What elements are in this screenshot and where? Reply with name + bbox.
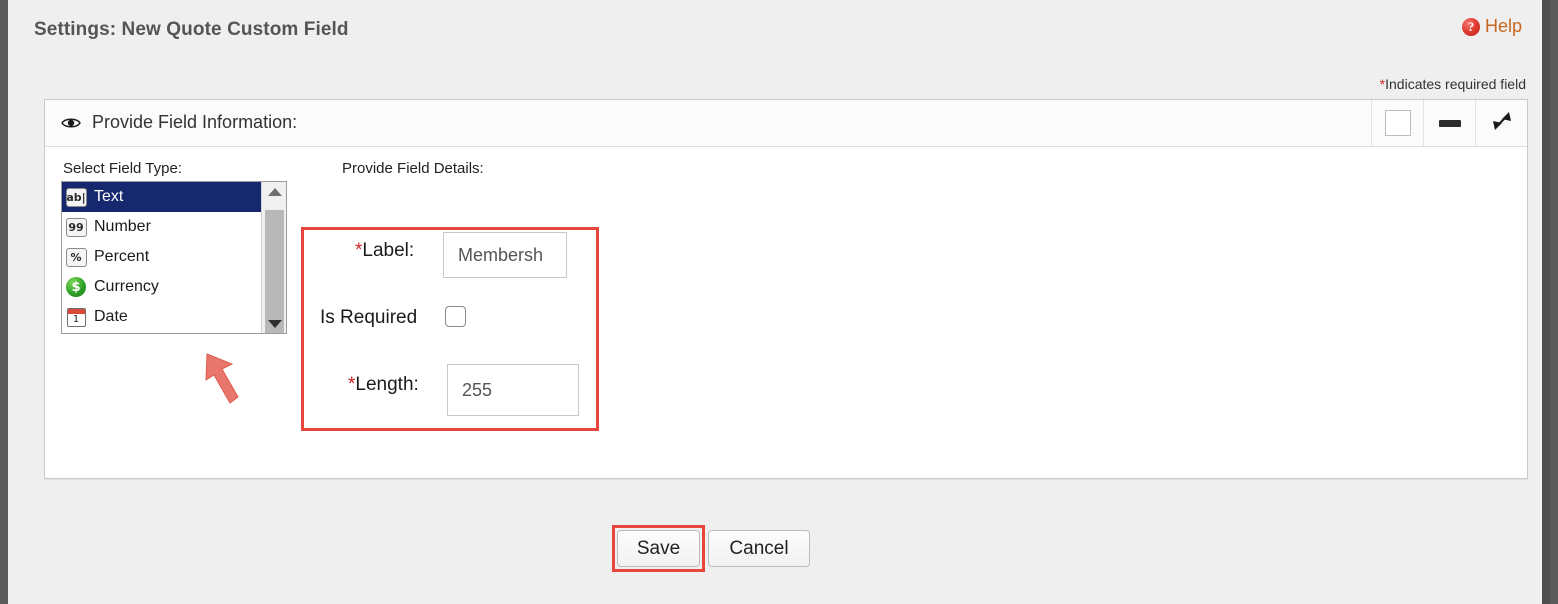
page-titlebar: Settings: New Quote Custom Field ? Help <box>8 0 1542 62</box>
list-item-label: Currency <box>94 278 159 295</box>
panel-body: Select Field Type: ab| Text 99 Number % … <box>45 147 1527 479</box>
list-item-number[interactable]: 99 Number <box>62 212 261 242</box>
minimize-dash-icon <box>1438 119 1461 127</box>
expand-window-button[interactable] <box>1475 100 1527 146</box>
list-item-label: Percent <box>94 248 150 265</box>
field-type-scrollbar[interactable] <box>261 182 286 333</box>
field-type-list: ab| Text 99 Number % Percent $ Currency … <box>62 182 261 333</box>
calendar-date-icon: 1 <box>65 306 87 328</box>
length-caption-text: Length: <box>355 374 419 395</box>
panel-header: Provide Field Information: <box>45 100 1527 147</box>
annotation-arrow-icon <box>205 350 277 412</box>
label-input[interactable]: Membersh <box>443 232 567 278</box>
scroll-down-arrow-icon[interactable] <box>262 314 286 333</box>
currency-dollar-icon: $ <box>65 276 87 298</box>
scroll-up-arrow-icon[interactable] <box>262 182 286 201</box>
text-ab-icon: ab| <box>65 186 87 208</box>
save-button[interactable]: Save <box>617 530 700 567</box>
help-link[interactable]: ? Help <box>1461 16 1522 37</box>
help-label: Help <box>1484 16 1522 36</box>
list-item-email[interactable]: Email <box>62 332 261 333</box>
list-item-text[interactable]: ab| Text <box>62 182 261 212</box>
length-field-caption: *Length: <box>348 374 419 396</box>
required-note-text: Indicates required field <box>1385 76 1526 92</box>
expand-diagonal-arrows-icon <box>1489 108 1515 139</box>
required-field-note: *Indicates required field <box>1380 76 1526 92</box>
is-required-caption: Is Required <box>320 307 418 328</box>
select-field-type-label: Select Field Type: <box>63 160 182 177</box>
page-title: Settings: New Quote Custom Field <box>34 19 349 40</box>
list-item-label: Date <box>94 308 128 325</box>
dialog-footer: Save Cancel <box>8 520 1542 580</box>
list-item-percent[interactable]: % Percent <box>62 242 261 272</box>
list-item-currency[interactable]: $ Currency <box>62 272 261 302</box>
restore-window-button[interactable] <box>1371 100 1423 146</box>
list-item-date[interactable]: 1 Date <box>62 302 261 332</box>
restore-square-icon <box>1384 110 1411 136</box>
eye-icon <box>61 116 81 130</box>
provide-field-details-label: Provide Field Details: <box>342 160 484 177</box>
number-99-icon: 99 <box>65 216 87 238</box>
settings-page: Settings: New Quote Custom Field ? Help … <box>8 0 1550 604</box>
list-item-label: Number <box>94 218 151 235</box>
label-field-caption: *Label: <box>355 240 414 262</box>
percent-icon: % <box>65 246 87 268</box>
help-question-circle-icon: ? <box>1461 17 1480 36</box>
is-required-checkbox[interactable] <box>445 306 466 327</box>
list-item-label: Text <box>94 188 124 205</box>
label-caption-text: Label: <box>362 240 415 261</box>
minimize-window-button[interactable] <box>1423 100 1475 146</box>
length-input[interactable]: 255 <box>447 364 579 416</box>
cancel-button[interactable]: Cancel <box>708 530 810 567</box>
provide-field-information-panel: Provide Field Information: Select Field … <box>44 99 1528 479</box>
panel-title: Provide Field Information: <box>92 112 298 132</box>
field-type-listbox[interactable]: ab| Text 99 Number % Percent $ Currency … <box>61 181 287 334</box>
